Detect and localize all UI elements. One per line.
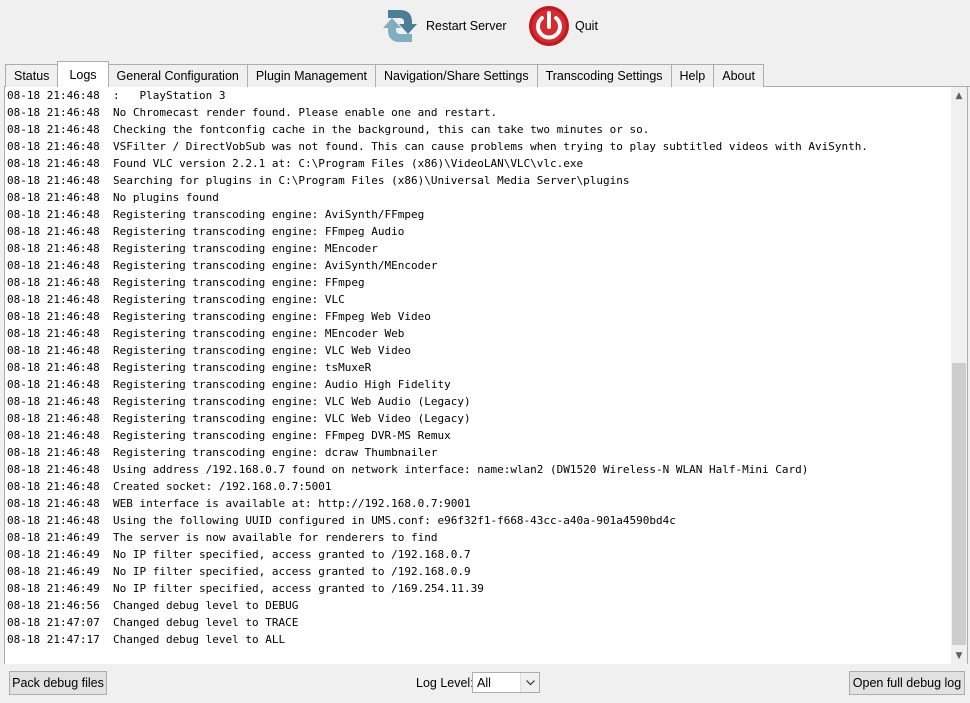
log-line: 08-18 21:46:48 No Chromecast render foun… (7, 106, 498, 119)
toolbar: Restart Server Quit (0, 0, 970, 60)
log-line: 08-18 21:46:48 VSFilter / DirectVobSub w… (7, 140, 868, 153)
quit-button[interactable]: Quit (527, 0, 598, 52)
log-line: 08-18 21:46:48 : PlayStation 3 (7, 89, 226, 102)
log-line: 08-18 21:46:49 No IP filter specified, a… (7, 565, 471, 578)
log-line: 08-18 21:46:48 Registering transcoding e… (7, 378, 451, 391)
log-line: 08-18 21:46:48 Registering transcoding e… (7, 412, 471, 425)
log-line: 08-18 21:46:56 Changed debug level to DE… (7, 599, 299, 612)
restart-arrows-icon (378, 4, 422, 48)
log-line: 08-18 21:46:48 Registering transcoding e… (7, 361, 372, 374)
log-line: 08-18 21:46:48 Registering transcoding e… (7, 446, 438, 459)
restart-server-button[interactable]: Restart Server (378, 0, 507, 52)
log-line: 08-18 21:46:48 Registering transcoding e… (7, 429, 451, 442)
tab-help[interactable]: Help (670, 64, 715, 87)
pack-debug-files-button[interactable]: Pack debug files (9, 671, 107, 695)
log-line: 08-18 21:46:48 Registering transcoding e… (7, 327, 405, 340)
log-line: 08-18 21:46:48 Registering transcoding e… (7, 225, 405, 238)
log-line: 08-18 21:46:49 The server is now availab… (7, 531, 438, 544)
log-line: 08-18 21:46:48 Checking the fontconfig c… (7, 123, 650, 136)
chevron-down-icon[interactable] (520, 673, 539, 692)
log-line: 08-18 21:46:48 Registering transcoding e… (7, 395, 471, 408)
log-scrollbar[interactable]: ▲ ▼ (951, 87, 967, 664)
log-line: 08-18 21:46:48 Registering transcoding e… (7, 242, 378, 255)
log-line: 08-18 21:46:48 Registering transcoding e… (7, 208, 425, 221)
log-line: 08-18 21:46:48 Using the following UUID … (7, 514, 676, 527)
log-level-select[interactable]: All (472, 672, 540, 693)
log-line: 08-18 21:47:17 Changed debug level to AL… (7, 633, 286, 646)
scrollbar-thumb[interactable] (952, 363, 966, 645)
bottom-bar: Pack debug files Log Level: All Open ful… (0, 664, 970, 703)
log-line: 08-18 21:46:49 No IP filter specified, a… (7, 548, 471, 561)
log-line: 08-18 21:46:48 Registering transcoding e… (7, 344, 411, 357)
log-line: 08-18 21:46:48 WEB interface is availabl… (7, 497, 471, 510)
log-line: 08-18 21:46:48 Registering transcoding e… (7, 310, 431, 323)
tab-general-configuration[interactable]: General Configuration (107, 64, 248, 87)
tab-logs[interactable]: Logs (57, 61, 109, 87)
log-level-label: Log Level: (416, 676, 474, 690)
log-line: 08-18 21:46:49 No IP filter specified, a… (7, 582, 484, 595)
quit-label: Quit (575, 19, 598, 33)
log-lines: 08-18 21:46:48 : PlayStation 3 08-18 21:4… (7, 87, 955, 648)
scroll-down-icon[interactable]: ▼ (951, 647, 967, 664)
log-line: 08-18 21:46:48 Registering transcoding e… (7, 276, 365, 289)
tab-strip: Status Logs General Configuration Plugin… (5, 61, 764, 87)
open-full-debug-log-button[interactable]: Open full debug log (849, 671, 965, 695)
power-icon (527, 4, 571, 48)
log-line: 08-18 21:46:48 Created socket: /192.168.… (7, 480, 332, 493)
tab-plugin-management[interactable]: Plugin Management (246, 64, 377, 87)
log-line: 08-18 21:46:48 Searching for plugins in … (7, 174, 630, 187)
log-line: 08-18 21:46:48 Found VLC version 2.2.1 a… (7, 157, 584, 170)
log-line: 08-18 21:47:07 Changed debug level to TR… (7, 616, 299, 629)
tab-about[interactable]: About (713, 64, 764, 87)
log-level-value: All (477, 676, 491, 690)
log-line: 08-18 21:46:48 Using address /192.168.0.… (7, 463, 809, 476)
log-line: 08-18 21:46:48 No plugins found (7, 191, 219, 204)
scroll-up-icon[interactable]: ▲ (951, 87, 967, 104)
tab-transcoding-settings[interactable]: Transcoding Settings (536, 64, 672, 87)
log-pane[interactable]: 08-18 21:46:48 : PlayStation 3 08-18 21:4… (4, 87, 968, 664)
tab-status[interactable]: Status (5, 64, 59, 87)
log-line: 08-18 21:46:48 Registering transcoding e… (7, 293, 345, 306)
tab-navigation-share-settings[interactable]: Navigation/Share Settings (375, 64, 538, 87)
log-line: 08-18 21:46:48 Registering transcoding e… (7, 259, 438, 272)
restart-server-label: Restart Server (426, 19, 507, 33)
